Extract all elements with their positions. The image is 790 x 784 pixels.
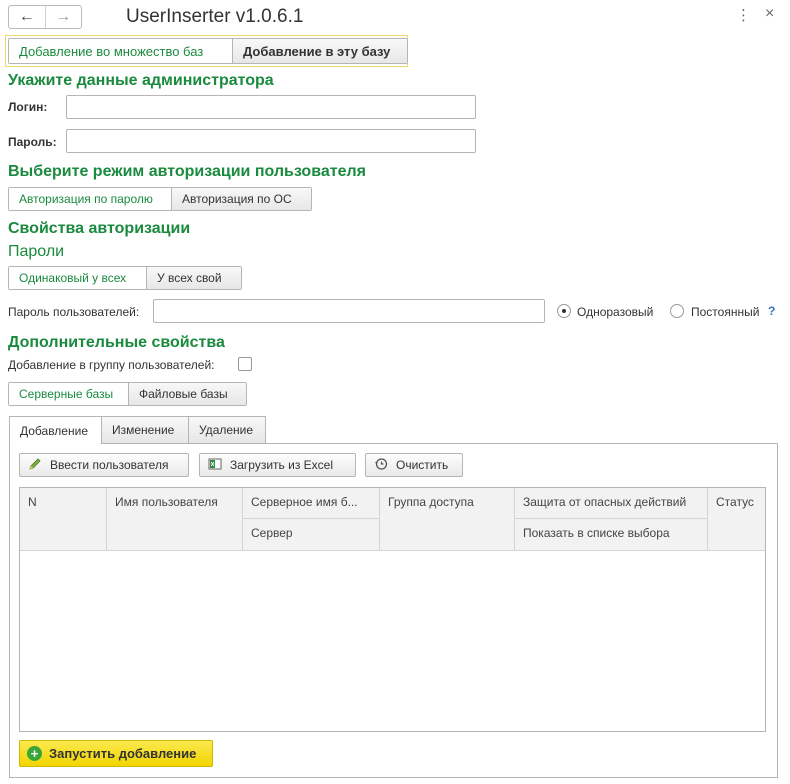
table-body[interactable] (20, 550, 765, 731)
radio-permanent[interactable] (670, 304, 684, 318)
window-title: UserInserter v1.0.6.1 (126, 6, 304, 27)
login-input[interactable] (66, 95, 476, 119)
enter-users-label: Ввести пользователя (50, 458, 169, 472)
group-label: Добавление в группу пользователей: (8, 358, 215, 372)
mode-multiple-bases[interactable]: Добавление во множество баз (9, 39, 232, 63)
tab-add[interactable]: Добавление (9, 416, 102, 444)
user-password-input[interactable] (153, 299, 545, 323)
radio-permanent-label: Постоянный (691, 305, 760, 319)
passwords-heading: Пароли (8, 243, 65, 260)
auth-props-heading: Свойства авторизации (8, 220, 191, 237)
column-header-server[interactable]: Сервер (243, 519, 380, 550)
password-own-for-each[interactable]: У всех свой (146, 267, 241, 289)
column-header-show-in-list[interactable]: Показать в списке выбора (515, 519, 708, 550)
history-icon (374, 457, 388, 474)
excel-icon (208, 457, 222, 474)
help-icon[interactable]: ? (768, 304, 775, 318)
tab-change[interactable]: Изменение (101, 416, 189, 443)
column-header-user-name[interactable]: Имя пользователя (107, 488, 243, 550)
column-header-status[interactable]: Статус (708, 488, 765, 550)
login-label: Логин: (8, 100, 48, 114)
password-same-for-all[interactable]: Одинаковый у всех (9, 267, 146, 289)
password-label: Пароль: (8, 135, 57, 149)
mode-this-base[interactable]: Добавление в эту базу (232, 39, 407, 63)
load-excel-button[interactable]: Загрузить из Excel (199, 453, 356, 477)
auth-by-os[interactable]: Авторизация по ОС (171, 188, 311, 210)
server-bases[interactable]: Серверные базы (9, 383, 128, 405)
tab-delete[interactable]: Удаление (188, 416, 266, 443)
clear-button[interactable]: Очистить (365, 453, 463, 477)
radio-onetime-label: Одноразовый (577, 305, 654, 319)
auth-mode-heading: Выберите режим авторизации пользователя (8, 163, 366, 180)
password-type-switch: Одинаковый у всех У всех свой (8, 266, 242, 290)
plus-icon: + (27, 746, 42, 761)
more-icon[interactable]: ⋮ (736, 6, 751, 24)
clear-label: Очистить (396, 458, 449, 472)
radio-onetime[interactable] (557, 304, 571, 318)
column-header-protection[interactable]: Защита от опасных действий (515, 488, 708, 519)
admin-heading: Укажите данные администратора (8, 72, 274, 89)
forward-icon[interactable]: → (44, 6, 82, 28)
users-table[interactable]: N Имя пользователя Серверное имя б... Се… (19, 487, 766, 732)
load-excel-label: Загрузить из Excel (230, 458, 334, 472)
file-bases[interactable]: Файловые базы (128, 383, 246, 405)
close-icon[interactable]: × (765, 5, 774, 23)
user-password-label: Пароль пользователей: (8, 305, 140, 319)
column-header-access-group[interactable]: Группа доступа (380, 488, 515, 550)
password-input[interactable] (66, 129, 476, 153)
navigation-buttons: ← → (8, 5, 82, 29)
extra-heading: Дополнительные свойства (8, 334, 225, 351)
pencil-icon (28, 457, 42, 474)
auth-mode-switch: Авторизация по паролю Авторизация по ОС (8, 187, 312, 211)
back-icon[interactable]: ← (9, 6, 45, 28)
enter-users-button[interactable]: Ввести пользователя (19, 453, 189, 477)
column-header-n[interactable]: N (20, 488, 107, 550)
mode-switch: Добавление во множество баз Добавление в… (8, 38, 408, 64)
base-type-switch: Серверные базы Файловые базы (8, 382, 247, 406)
auth-by-password[interactable]: Авторизация по паролю (9, 188, 171, 210)
group-checkbox[interactable] (238, 357, 252, 371)
run-add-button[interactable]: + Запустить добавление (19, 740, 213, 767)
run-add-label: Запустить добавление (49, 746, 197, 761)
column-header-server-db-name[interactable]: Серверное имя б... (243, 488, 380, 519)
